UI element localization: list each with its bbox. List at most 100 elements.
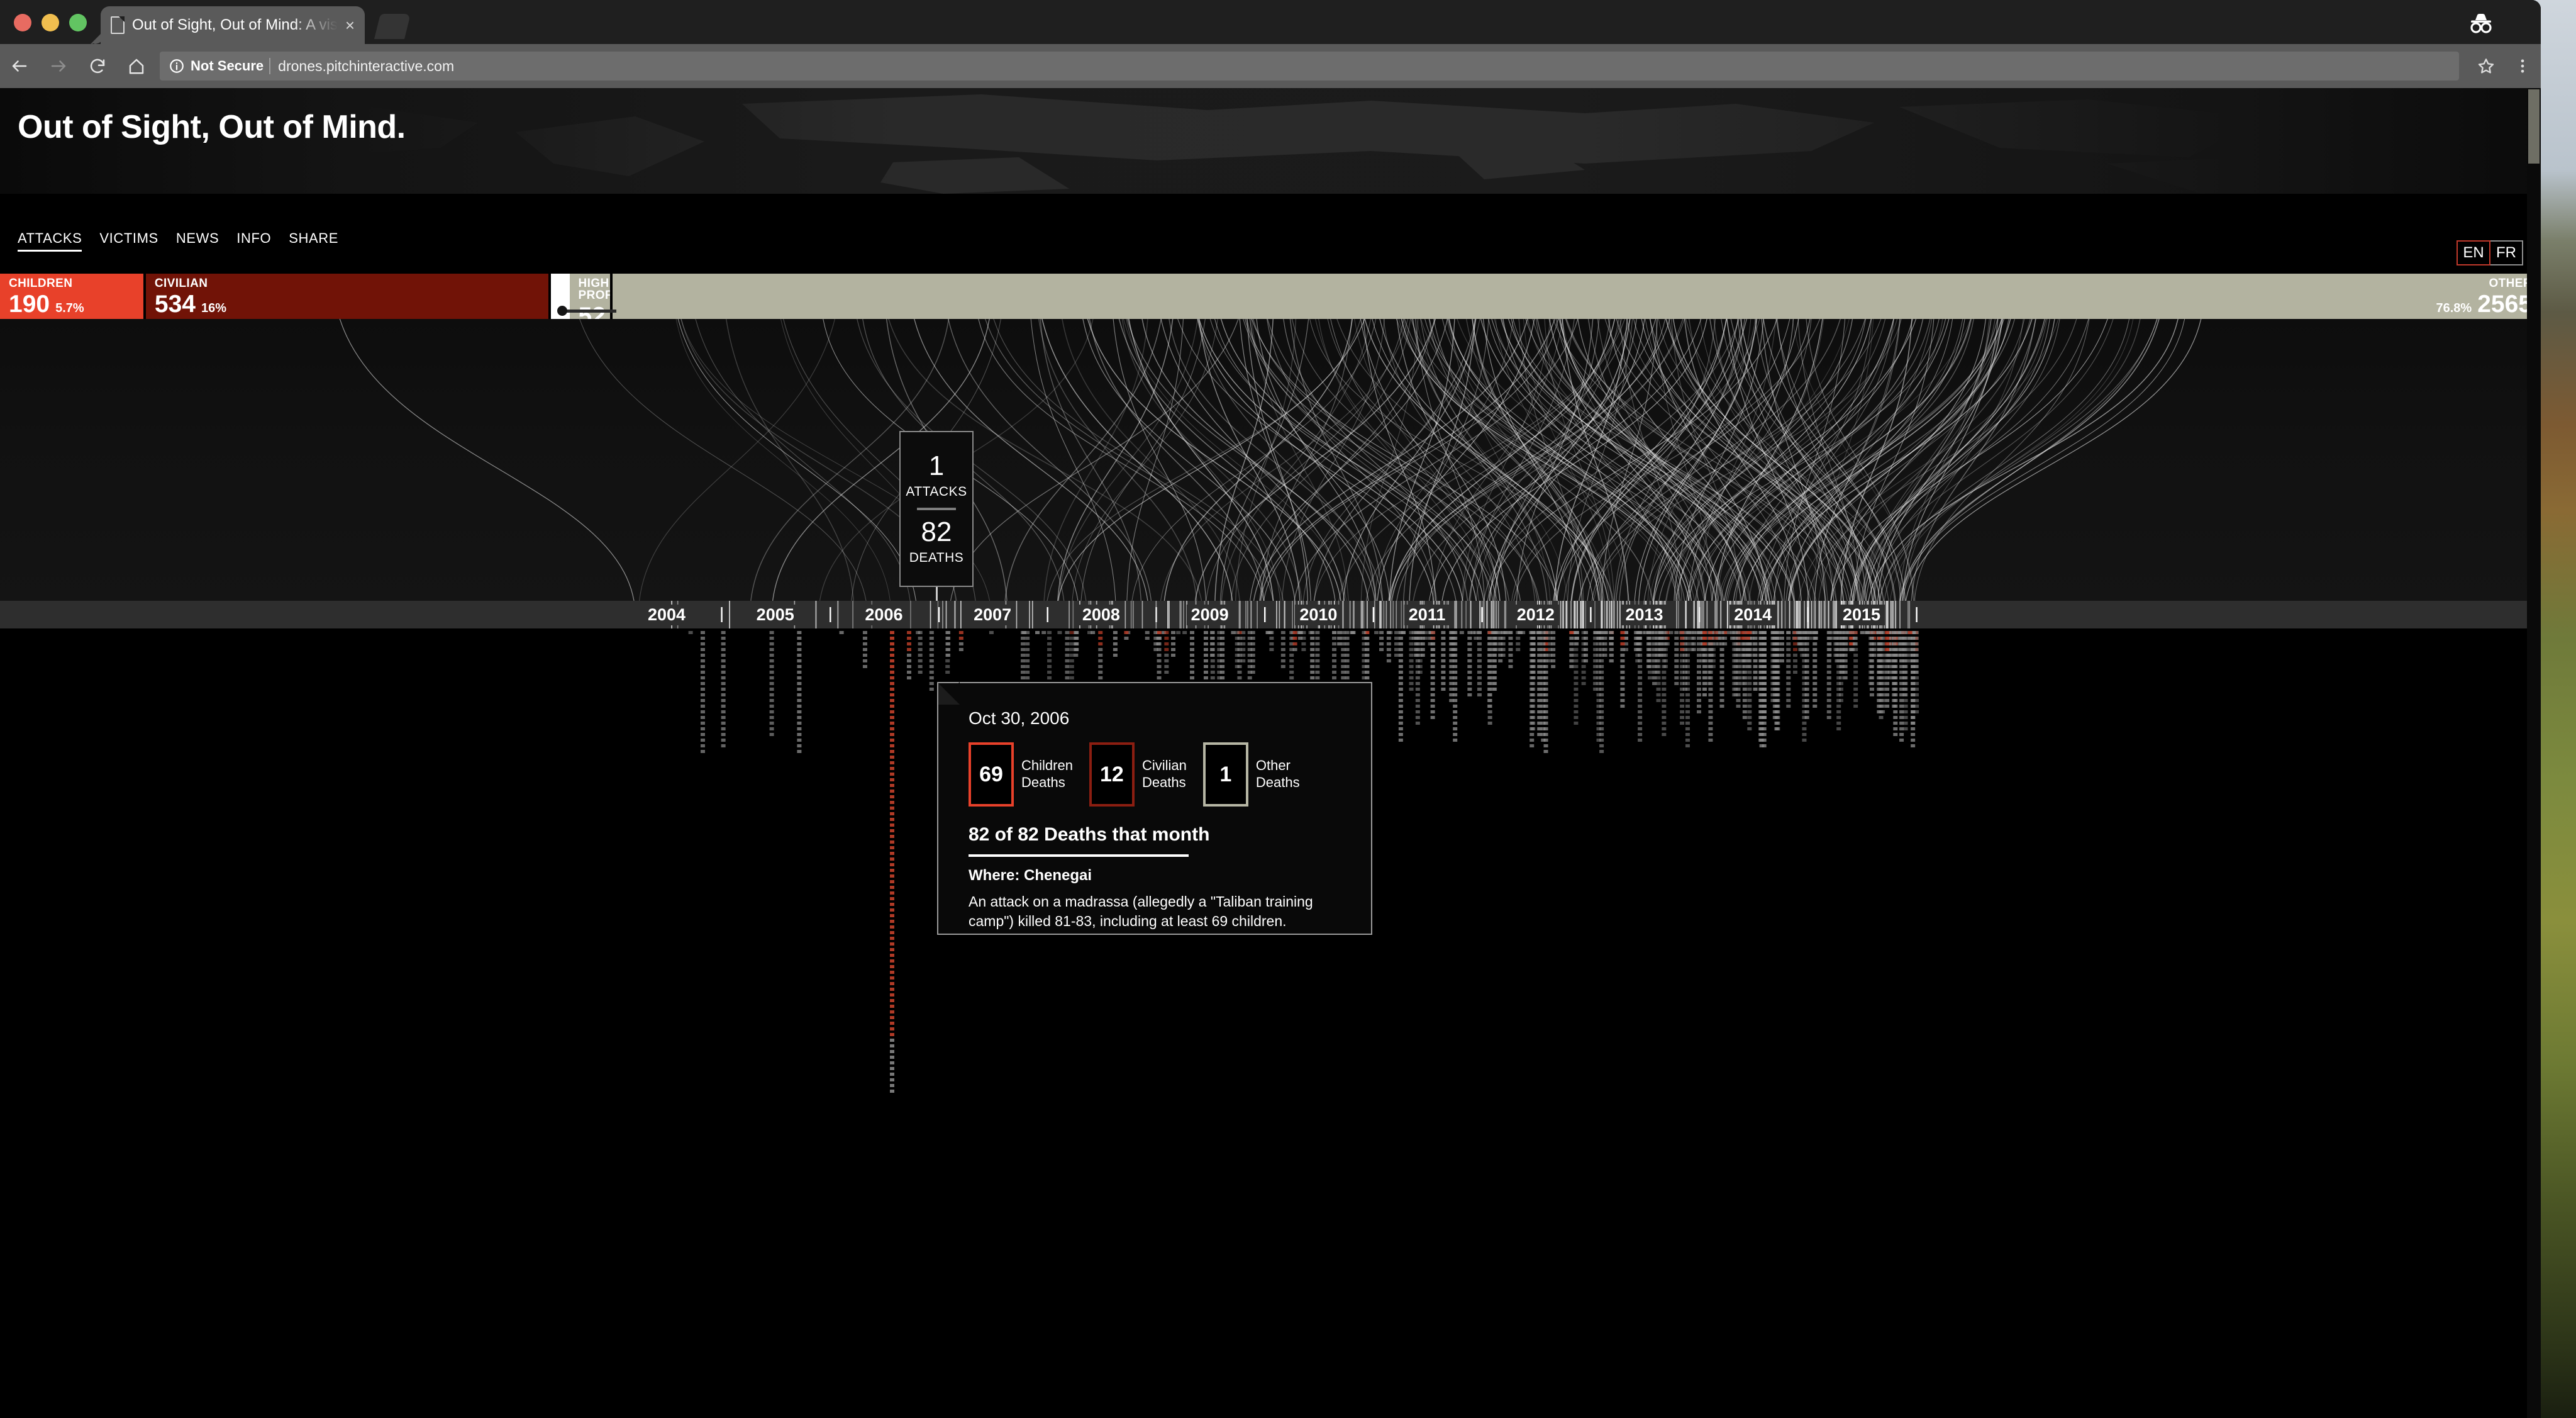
- high-profile-pointer-line: [560, 310, 616, 313]
- browser-window: Out of Sight, Out of Mind: A vis × Not S…: [0, 0, 2541, 1418]
- browser-toolbar: Not Secure drones.pitchinteractive.com: [0, 44, 2541, 88]
- axis-year-label: 2012: [1512, 605, 1559, 625]
- three-dot-menu-icon[interactable]: [2504, 44, 2541, 88]
- page-viewport: Out of Sight, Out of Mind. PAKISTAN ESTI…: [0, 88, 2541, 1418]
- new-tab-icon[interactable]: [374, 14, 411, 39]
- site-header: Out of Sight, Out of Mind. PAKISTAN ESTI…: [0, 88, 2541, 194]
- tooltip-stat-caption-line1: Children: [1021, 757, 1073, 774]
- close-window-button[interactable]: [14, 14, 31, 31]
- axis-year-label: 2007: [969, 605, 1016, 625]
- stats-segment-value: 534: [154, 291, 196, 318]
- high-profile-pointer-dot: [557, 306, 567, 316]
- close-icon[interactable]: ×: [345, 17, 355, 33]
- page-scrollbar[interactable]: [2527, 88, 2541, 1418]
- stats-segment-content: CIVILIAN 534 16%: [155, 277, 226, 316]
- nav-item-victims[interactable]: VICTIMS: [99, 230, 158, 250]
- attack-detail-tooltip: Oct 30, 2006 69 Children Deaths 12 Civilian D…: [937, 682, 1372, 935]
- tooltip-stat-children: 69 Children Deaths: [969, 742, 1073, 807]
- tooltip-stat-other: 1 Other Deaths: [1202, 742, 1300, 807]
- nav-item-label: SHARE: [289, 230, 338, 246]
- attack-arc-visualization[interactable]: [0, 319, 2541, 618]
- axis-year-label: 2011: [1404, 605, 1450, 625]
- tooltip-where-value: Chenegai: [1024, 867, 1092, 884]
- window-traffic-lights: [14, 14, 87, 31]
- not-secure-label: Not Secure: [191, 58, 264, 74]
- tooltip-month-figures: 82 of 82: [969, 824, 1039, 845]
- nav-item-attacks[interactable]: ATTACKS: [18, 230, 82, 252]
- home-icon[interactable]: [117, 44, 156, 88]
- language-button-en[interactable]: EN: [2457, 240, 2490, 265]
- page-scrollbar-thumb[interactable]: [2528, 89, 2540, 164]
- tooltip-stat-caption-line1: Civilian: [1141, 757, 1187, 774]
- tab-title: Out of Sight, Out of Mind: A vis: [132, 16, 338, 33]
- back-arrow-icon[interactable]: [0, 44, 39, 88]
- maximize-window-button[interactable]: [69, 14, 87, 31]
- incognito-icon[interactable]: [2463, 9, 2499, 38]
- star-icon[interactable]: [2468, 44, 2504, 88]
- marker-deaths-label: DEATHS: [909, 550, 964, 565]
- page-title: Out of Sight, Out of Mind.: [18, 109, 406, 145]
- stats-segment-content: CHILDREN 190 5.7%: [9, 277, 84, 316]
- stats-segment-label: CHILDREN: [9, 277, 73, 290]
- axis-tick-marks: [671, 601, 1918, 628]
- fatality-breakdown-bar: CHILDREN190 5.7% CIVILIAN534 16% HIGH PROFIL…: [0, 274, 2541, 319]
- axis-year-label: 2004: [643, 605, 691, 625]
- stats-segment-children[interactable]: CHILDREN 190 5.7%: [0, 274, 143, 319]
- tooltip-stat-value: 12: [1089, 742, 1135, 807]
- axis-year-label: 2015: [1838, 605, 1885, 625]
- stats-segment-label: OTHER: [2489, 277, 2532, 290]
- main-navigation: ATTACKS VICTIMS NEWS INFO SHARE: [18, 230, 338, 252]
- nav-item-info[interactable]: INFO: [236, 230, 271, 250]
- tooltip-stat-value: 1: [1202, 742, 1248, 807]
- omnibox-divider: [269, 58, 271, 74]
- axis-year-label: 2014: [1729, 605, 1777, 625]
- browser-tab[interactable]: Out of Sight, Out of Mind: A vis ×: [101, 6, 365, 44]
- tooltip-stat-caption: Civilian Deaths: [1142, 757, 1187, 791]
- tooltip-where-label: Where:: [969, 867, 1020, 884]
- stats-segment-other[interactable]: OTHER 76.8% 2565: [612, 274, 2541, 319]
- tooltip-stat-civilian: 12 Civilian Deaths: [1089, 742, 1187, 807]
- reload-icon[interactable]: [78, 44, 117, 88]
- tooltip-death-stats: 69 Children Deaths 12 Civilian Deaths 1 Other De…: [969, 742, 1300, 807]
- forward-arrow-icon[interactable]: [39, 44, 78, 88]
- stats-segment-civilian[interactable]: CIVILIAN 534 16%: [145, 274, 548, 319]
- stats-segment-figures: 534 16%: [155, 292, 226, 316]
- tooltip-description: An attack on a madrassa (allegedly a "Ta…: [969, 893, 1313, 930]
- nav-item-label: ATTACKS: [18, 230, 82, 246]
- stats-segment-percent: 16%: [201, 301, 226, 315]
- nav-item-news[interactable]: NEWS: [176, 230, 219, 250]
- nav-item-label: NEWS: [175, 230, 219, 246]
- marker-divider: [917, 508, 956, 510]
- stats-segment-value: 190: [9, 291, 50, 318]
- arc-paths: [339, 319, 2202, 618]
- address-bar[interactable]: Not Secure drones.pitchinteractive.com: [160, 52, 2459, 81]
- tooltip-corner-fold: [937, 682, 960, 705]
- stats-segment-percent: 76.8%: [2436, 301, 2472, 315]
- tooltip-stat-value: 69: [969, 742, 1014, 807]
- info-icon: [170, 59, 184, 73]
- selected-attack-marker: 1 ATTACKS 82 DEATHS: [899, 431, 974, 587]
- tooltip-divider: [969, 854, 1189, 857]
- tooltip-stat-caption: Other Deaths: [1256, 757, 1300, 791]
- nav-item-share[interactable]: SHARE: [289, 230, 338, 250]
- nav-item-label: INFO: [236, 230, 272, 246]
- language-button-fr[interactable]: FR: [2489, 240, 2523, 265]
- stats-segment-content: HIGH PROFILE521.6%: [579, 277, 610, 319]
- axis-year-label: 2009: [1186, 605, 1233, 625]
- security-indicator[interactable]: Not Secure: [169, 58, 271, 74]
- nav-item-label: VICTIMS: [99, 230, 158, 246]
- tooltip-month-caption: Deaths that month: [1044, 824, 1210, 845]
- axis-year-label: 2006: [860, 605, 908, 625]
- marker-attacks-label: ATTACKS: [906, 484, 967, 499]
- stats-segment-figures: 190 5.7%: [9, 292, 84, 316]
- axis-year-label: 2013: [1621, 605, 1668, 625]
- tooltip-stat-caption-line2: Deaths: [1021, 774, 1065, 790]
- minimize-window-button[interactable]: [42, 14, 59, 31]
- stats-segment-percent: 5.7%: [55, 301, 84, 315]
- url-text[interactable]: drones.pitchinteractive.com: [278, 58, 454, 75]
- axis-year-label: 2005: [752, 605, 799, 625]
- tooltip-month-summary: 82 of 82 Deaths that month: [969, 824, 1209, 846]
- tooltip-date: Oct 30, 2006: [969, 708, 1070, 728]
- stats-segment-label: CIVILIAN: [154, 277, 208, 290]
- timeline-axis[interactable]: 2004 2005 2006 2007 2008 2009 2010 2011 2012 2013…: [0, 601, 2541, 628]
